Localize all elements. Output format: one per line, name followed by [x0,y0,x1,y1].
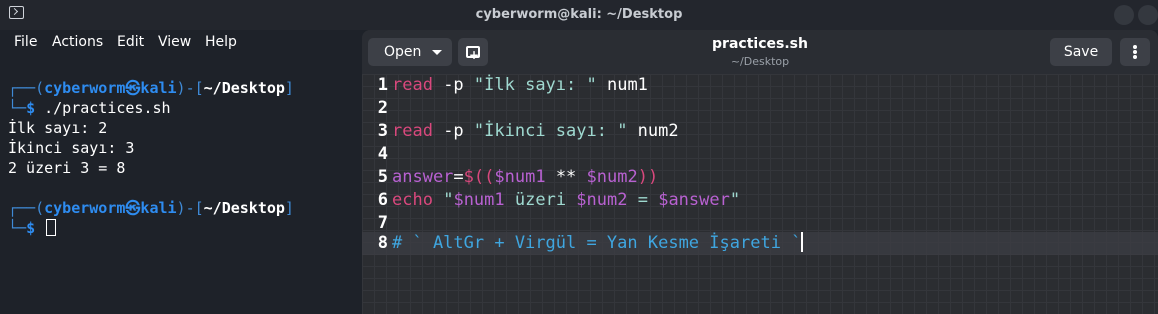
hamburger-menu-button[interactable] [1120,38,1150,66]
line-number: 8 [377,233,388,253]
terminal-output[interactable]: ┌──(cyberworm㉿kali)-[~/Desktop] └─$ ./pr… [0,56,362,314]
menu-dot-icon [1133,55,1137,59]
document-path: ~/Desktop [730,55,790,68]
menu-file[interactable]: File [14,34,37,50]
save-button[interactable]: Save [1050,38,1112,66]
code-editor[interactable]: 1 2 3 4 5 6 7 8 read -p "İlk sayı: " num… [362,74,1158,314]
prompt-line: ┌──(cyberworm㉿kali)-[~/Desktop] [8,79,294,97]
editor-headerbar: Open practices.sh ~/Desktop Save [362,30,1158,74]
terminal-cursor [46,219,57,236]
maximize-button[interactable] [1138,5,1158,25]
code-line-8: # ` AltGr + Virgül = Yan Kesme İşareti ` [392,232,804,253]
document-title: practices.sh [712,36,808,52]
menu-actions[interactable]: Actions [52,34,103,50]
minimize-button[interactable] [1114,5,1134,25]
window-title: cyberworm@kali: ~/Desktop [475,7,683,22]
active-prompt-line: └─$ [8,218,57,238]
code-line-6: echo "$num1 üzeri $num2 = $answer" [392,190,741,210]
line-number: 2 [377,98,388,118]
prompt-line: ┌──(cyberworm㉿kali)-[~/Desktop] [8,199,294,217]
line-number: 4 [377,144,388,164]
code-line-3: read -p "İkinci sayı: " num2 [392,121,679,141]
code-line-1: read -p "İlk sayı: " num1 [392,75,648,95]
terminal-menubar: File Actions Edit View Help [0,30,362,56]
line-number: 6 [377,190,388,210]
menu-dot-icon [1133,50,1137,54]
command-line: └─$ ./practices.sh [8,99,171,117]
output-line: İkinci sayı: 3 [8,139,135,157]
text-editor-window: Open practices.sh ~/Desktop Save 1 2 3 4… [362,30,1158,314]
code-line-5: answer=$(($num1 ** $num2)) [392,167,659,187]
line-number: 5 [377,167,388,187]
output-line: İlk sayı: 2 [8,119,108,137]
menu-view[interactable]: View [158,34,191,50]
menu-dot-icon [1133,45,1137,49]
command-text: ./practices.sh [44,99,171,117]
text-caret [801,232,804,252]
menu-edit[interactable]: Edit [117,34,144,50]
output-line: 2 üzeri 3 = 8 [8,159,126,177]
line-number: 1 [377,75,388,95]
line-number: 3 [377,121,388,141]
menu-help[interactable]: Help [205,34,237,50]
window-titlebar: cyberworm@kali: ~/Desktop [0,0,1158,30]
